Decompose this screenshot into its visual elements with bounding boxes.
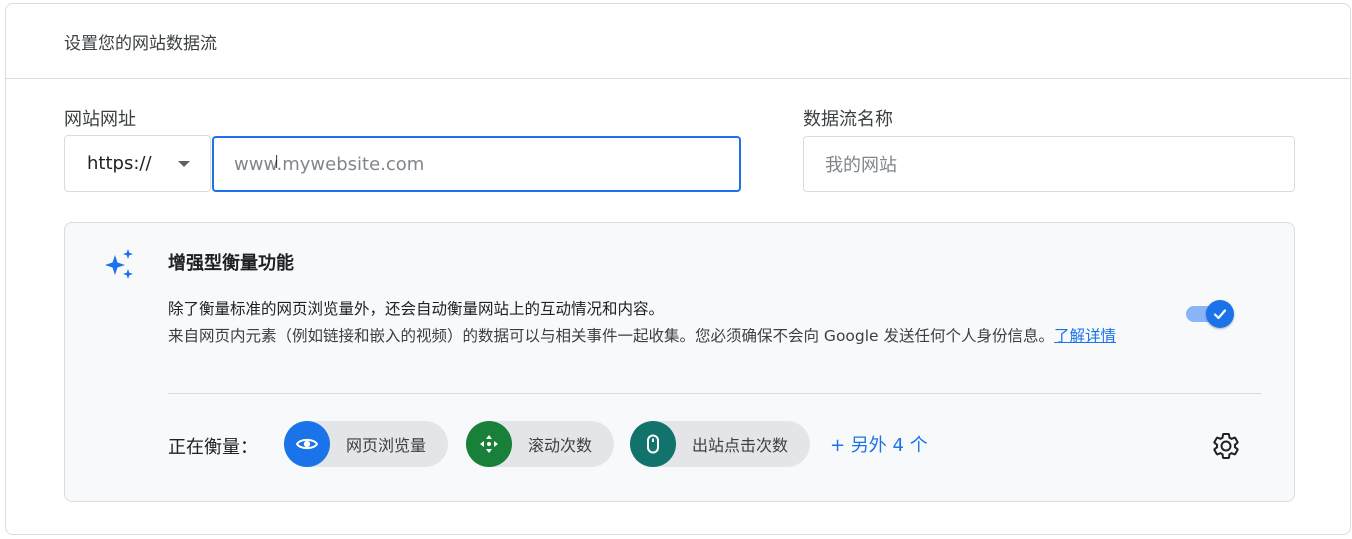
toggle-knob	[1206, 300, 1234, 328]
chip-label: 网页浏览量	[346, 436, 427, 455]
setup-card: 设置您的网站数据流 网站网址 数据流名称 https:// www.mywebs…	[5, 3, 1351, 535]
chip-label: 滚动次数	[528, 436, 593, 455]
url-label: 网站网址	[64, 109, 136, 130]
text-cursor-icon: I	[274, 152, 280, 173]
eye-icon	[284, 421, 330, 467]
divider	[168, 393, 1261, 394]
chip-page-views[interactable]: 网页浏览量	[284, 421, 449, 467]
url-input[interactable]: www.mywebsite.com	[212, 136, 741, 192]
protocol-value: https://	[87, 153, 152, 174]
more-events-link[interactable]: + 另外 4 个	[830, 431, 928, 457]
stream-name-input[interactable]: 我的网站	[803, 136, 1295, 192]
stream-name-label: 数据流名称	[803, 109, 893, 130]
chip-scrolls[interactable]: 滚动次数	[466, 421, 615, 467]
chevron-down-icon	[178, 160, 190, 167]
enhanced-measurement-panel: 增强型衡量功能 除了衡量标准的网页浏览量外，还会自动衡量网站上的互动情况和内容。…	[64, 222, 1295, 502]
card-title: 设置您的网站数据流	[6, 4, 1350, 79]
mouse-icon	[630, 421, 676, 467]
stream-name-placeholder: 我的网站	[825, 155, 897, 176]
description-line-2: 来自网页内元素（例如链接和嵌入的视频）的数据可以与相关事件一起收集。您必须确保不…	[168, 323, 1178, 350]
measuring-label: 正在衡量：	[168, 437, 258, 458]
panel-title: 增强型衡量功能	[168, 253, 294, 274]
sparkle-icon	[105, 249, 133, 279]
chip-label: 出站点击次数	[692, 436, 789, 455]
scroll-arrows-icon	[466, 421, 512, 467]
protocol-select[interactable]: https://	[64, 135, 211, 192]
description-text: 来自网页内元素（例如链接和嵌入的视频）的数据可以与相关事件一起收集。您必须确保不…	[168, 327, 1055, 345]
gear-icon[interactable]	[1211, 431, 1241, 461]
chip-outbound-clicks[interactable]: 出站点击次数	[630, 421, 811, 467]
description-line-1: 除了衡量标准的网页浏览量外，还会自动衡量网站上的互动情况和内容。	[168, 300, 665, 318]
url-placeholder: www.mywebsite.com	[234, 153, 425, 175]
check-icon	[1213, 309, 1227, 320]
enhanced-measurement-toggle[interactable]	[1186, 300, 1234, 328]
learn-more-link[interactable]: 了解详情	[1054, 327, 1116, 345]
